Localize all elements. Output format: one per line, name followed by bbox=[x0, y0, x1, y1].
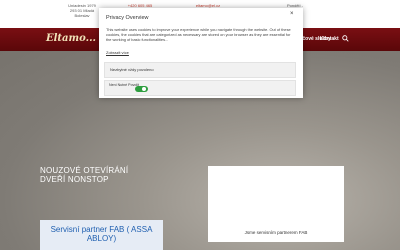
show-more-link[interactable]: Zobrazit více bbox=[106, 50, 129, 55]
modal-description: This website uses cookies to improve you… bbox=[106, 27, 291, 42]
toggle-knob bbox=[142, 87, 146, 91]
address-line-3: Boleslav bbox=[74, 13, 90, 18]
close-button[interactable]: × bbox=[290, 11, 294, 17]
site-logo[interactable]: Eltamo... bbox=[46, 33, 96, 44]
partner-title: Servisní partner FAB ( ASSA ABLOY) bbox=[50, 225, 153, 243]
category-necessary-label: Nezbytné vždy povoleno bbox=[110, 67, 154, 72]
modal-title: Privacy Overview bbox=[106, 15, 149, 21]
hero-title: NOUZOVÉ OTEVÍRÁNÍ DVEŘÍ NONSTOP bbox=[40, 166, 129, 184]
nav-item-kontakt[interactable]: Kontakt bbox=[320, 36, 339, 42]
search-icon[interactable] bbox=[342, 35, 349, 42]
address: Uniadesin 1979 293 01 Mladá Boleslav bbox=[60, 3, 104, 18]
panel-caption: Jsme servisním partnerem FAB bbox=[244, 230, 308, 235]
